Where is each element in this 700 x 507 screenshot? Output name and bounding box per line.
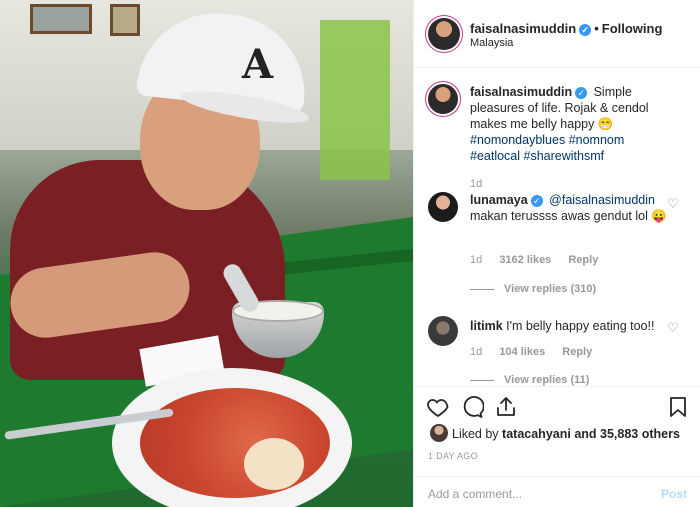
likes-text: Liked by tatacahyani and 35,883 others	[452, 427, 680, 441]
post-comment-button[interactable]: Post	[661, 487, 687, 501]
liker-avatar[interactable]	[430, 424, 448, 442]
post-timestamp[interactable]: 1 DAY AGO	[428, 451, 478, 461]
photo-egg	[244, 438, 304, 490]
comment-text: litimk I'm belly happy eating too!!	[470, 318, 670, 334]
separator-dot: •	[594, 21, 599, 36]
comment-avatar[interactable]	[428, 192, 458, 222]
verified-badge-icon: ✓	[579, 24, 592, 36]
tongue-emoji: 😛	[651, 209, 667, 223]
replies-divider	[470, 379, 494, 381]
comment-body: makan terussss awas gendut lol	[470, 209, 648, 223]
reply-button[interactable]: Reply	[562, 346, 592, 358]
comment-heart-icon[interactable]: ♡	[667, 197, 679, 210]
caption-username[interactable]: faisalnasimuddin	[470, 85, 572, 99]
caption-avatar[interactable]	[428, 84, 458, 114]
share-icon[interactable]	[494, 395, 518, 419]
photo-frame-left	[30, 4, 92, 34]
view-replies-button[interactable]: View replies (310)	[470, 283, 596, 295]
view-replies-label: View replies (310)	[504, 283, 597, 295]
reply-button[interactable]: Reply	[568, 254, 598, 266]
comment-username[interactable]: lunamaya	[470, 193, 528, 207]
post-side-panel: faisalnasimuddin ✓ • Following Malaysia fai…	[413, 0, 700, 507]
replies-divider	[470, 288, 494, 290]
liked-by-count[interactable]: and 35,883 others	[574, 427, 680, 441]
grin-emoji: 😁	[597, 117, 614, 131]
post-header: faisalnasimuddin ✓ • Following Malaysia	[414, 0, 700, 68]
comments-list[interactable]: faisalnasimuddin ✓ Simple pleasures of li…	[414, 68, 700, 386]
heart-icon[interactable]	[426, 395, 450, 419]
author-username[interactable]: faisalnasimuddin	[470, 21, 576, 36]
comment-heart-icon[interactable]: ♡	[667, 321, 679, 334]
comment-text: lunamaya ✓ @faisalnasimuddin makan teruss…	[470, 192, 670, 224]
post-location[interactable]: Malaysia	[470, 37, 513, 49]
caption-text: faisalnasimuddin ✓ Simple pleasures of li…	[470, 84, 670, 164]
comment-meta: 1d 3162 likes Reply	[470, 254, 612, 266]
verified-badge-icon: ✓	[575, 87, 588, 99]
comment-age[interactable]: 1d	[470, 346, 482, 358]
view-replies-button[interactable]: View replies (11)	[470, 374, 589, 386]
comment-meta: 1d 104 likes Reply	[470, 346, 606, 358]
author-avatar[interactable]	[428, 18, 460, 50]
hashtag-nomnom[interactable]: #nomnom	[569, 133, 625, 147]
hashtag-nomondayblues[interactable]: #nomondayblues	[470, 133, 565, 147]
add-comment-input[interactable]: Add a comment...	[428, 487, 522, 501]
post-actions	[414, 386, 700, 426]
comment-body: I'm belly happy eating too!!	[506, 319, 655, 333]
comment-avatar[interactable]	[428, 316, 458, 346]
comment-mention[interactable]: @faisalnasimuddin	[549, 193, 655, 207]
caption-age[interactable]: 1d	[470, 178, 482, 190]
liked-by-user[interactable]: tatacahyani	[502, 427, 571, 441]
hashtag-eatlocal[interactable]: #eatlocal	[470, 149, 520, 163]
photo-rojak	[140, 388, 330, 498]
caption-meta: 1d	[470, 178, 496, 190]
comment-age[interactable]: 1d	[470, 254, 482, 266]
add-comment-bar: Add a comment... Post	[414, 476, 700, 507]
author-line: faisalnasimuddin ✓ • Following	[470, 21, 662, 36]
view-replies-label: View replies (11)	[504, 374, 590, 386]
following-button[interactable]: Following	[602, 21, 663, 36]
photo-cap-logo: A	[242, 41, 274, 88]
photo-green-panel	[320, 20, 390, 180]
bookmark-icon[interactable]	[666, 395, 690, 419]
comment-username[interactable]: litimk	[470, 319, 503, 333]
comment-likes[interactable]: 104 likes	[499, 346, 545, 358]
post-photo[interactable]: A	[0, 0, 413, 507]
comment-bubble-icon[interactable]	[460, 395, 484, 419]
likes-summary: Liked by tatacahyani and 35,883 others	[414, 424, 700, 446]
hashtag-sharewithsmf[interactable]: #sharewithsmf	[524, 149, 605, 163]
verified-badge-icon: ✓	[530, 195, 543, 207]
photo-frame-right	[110, 4, 140, 36]
comment-likes[interactable]: 3162 likes	[499, 254, 551, 266]
liked-by-prefix: Liked by	[452, 427, 499, 441]
